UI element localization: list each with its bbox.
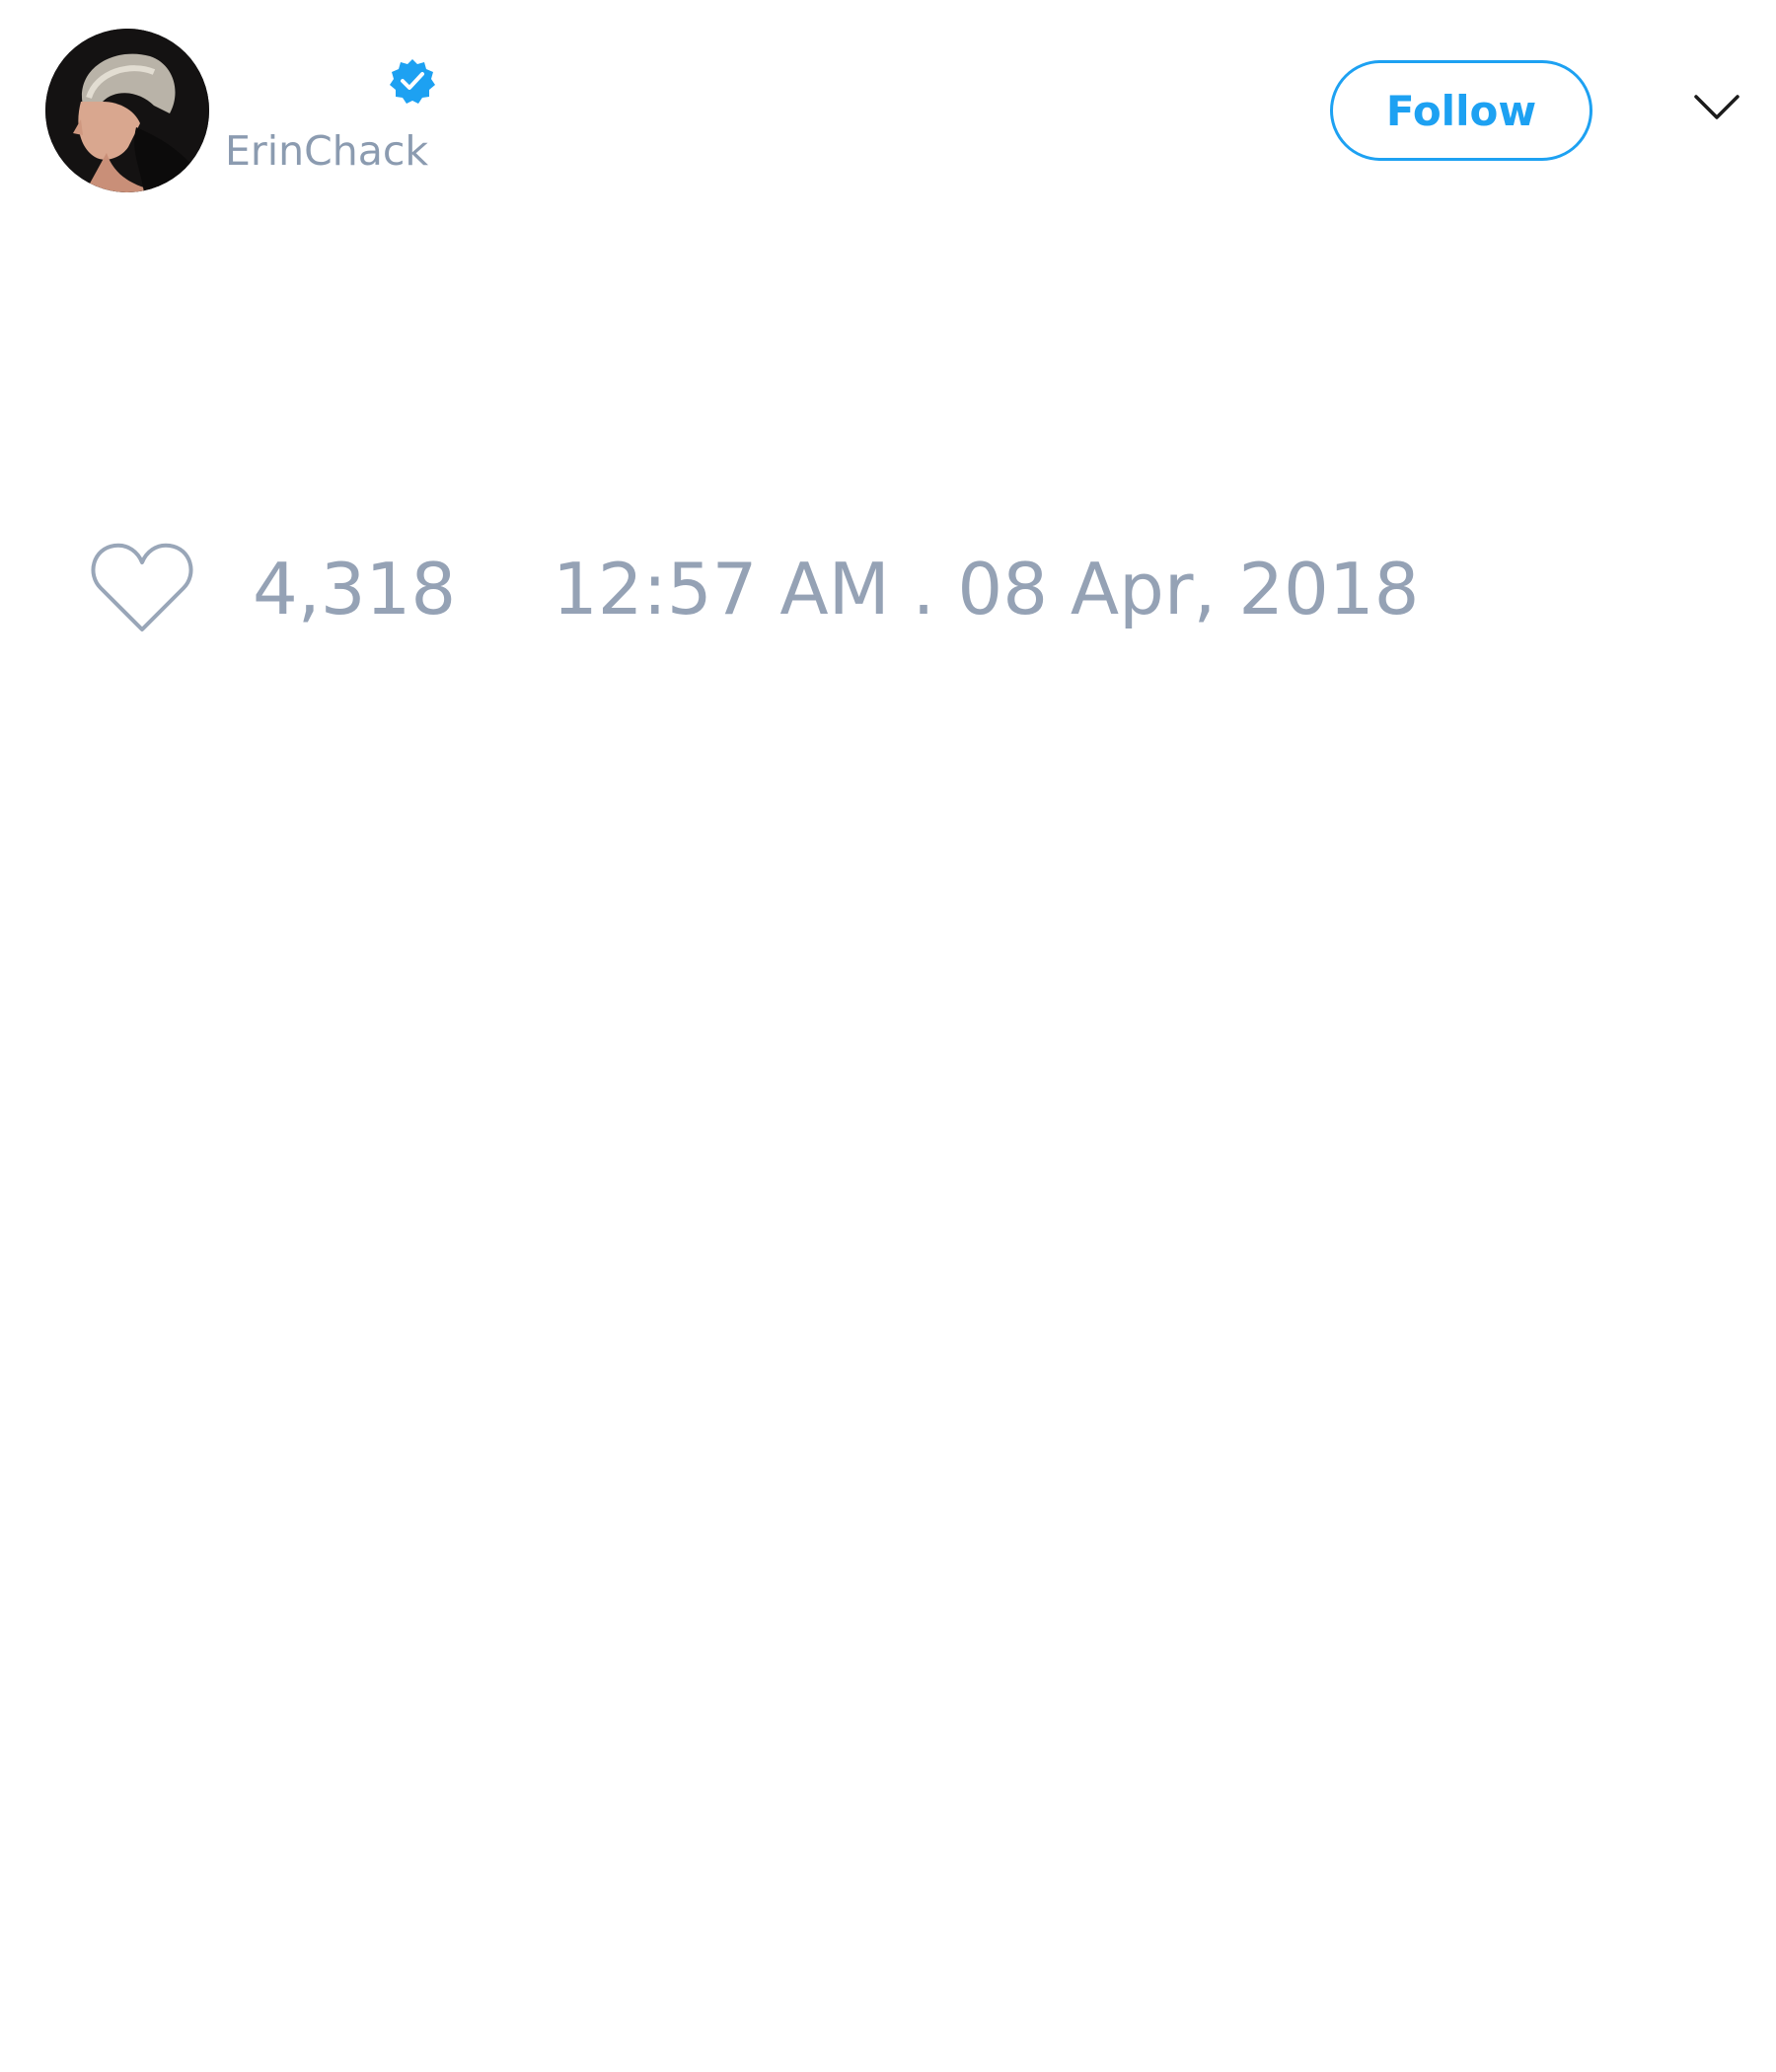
tweet-timestamp[interactable]: 12:57 AM . 08 Apr, 2018 — [553, 548, 1419, 630]
avatar[interactable] — [45, 29, 209, 192]
author-handle[interactable]: ErinChack — [225, 126, 428, 176]
follow-button[interactable]: Follow — [1330, 60, 1592, 161]
chevron-down-icon[interactable] — [1693, 93, 1740, 122]
heart-icon[interactable] — [89, 541, 195, 635]
verified-badge-icon — [390, 59, 435, 104]
tweet-card: ErinChack Follow 4,318 12:57 AM . 08 Apr… — [0, 0, 1776, 2072]
avatar-photo — [45, 29, 209, 192]
like-count: 4,318 — [253, 548, 457, 630]
